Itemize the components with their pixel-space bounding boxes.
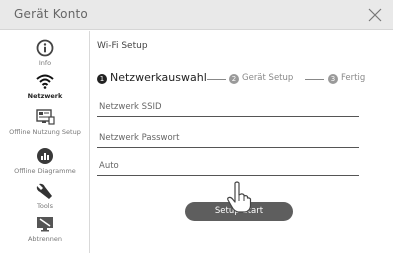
wifi-icon (35, 72, 55, 90)
sidebar-item-disconnect[interactable]: Abtrennen (0, 215, 90, 243)
window-title: Gerät Konto (14, 7, 88, 21)
password-placeholder: Netzwerk Passwort (99, 133, 180, 143)
chart-icon (35, 147, 55, 165)
step-divider (305, 79, 324, 80)
sidebar-item-label: Offline Diagramme (14, 167, 76, 175)
sidebar-item-tools[interactable]: Tools (0, 182, 90, 210)
title-bar: Gerät Konto (0, 0, 393, 30)
offline-setup-icon (35, 108, 55, 126)
sidebar-item-label: Info (38, 59, 52, 67)
step-1-number: 1 (97, 74, 107, 84)
sidebar-item-info[interactable]: Info (0, 39, 90, 67)
setup-stepper: 1 Netzwerkauswahl 2 Gerät Setup 3 Fertig (97, 71, 387, 86)
page-title: Wi-Fi Setup (97, 41, 148, 51)
sidebar-item-offline-setup[interactable]: Offline Nutzung Setup (0, 108, 90, 136)
sidebar-item-offline-charts[interactable]: Offline Diagramme (0, 147, 90, 175)
ssid-input[interactable]: Netzwerk SSID (97, 101, 359, 117)
step-2-number: 2 (229, 74, 239, 84)
sidebar-item-label: Offline Nutzung Setup (9, 128, 81, 136)
security-mode-value: Auto (99, 161, 119, 171)
device-account-window: Gerät Konto Info Netzwerk Offline Nutzun… (0, 0, 393, 253)
step-3-number: 3 (328, 74, 338, 84)
disconnect-monitor-icon (35, 215, 55, 233)
sidebar-item-network[interactable]: Netzwerk (0, 72, 90, 100)
sidebar-item-label: Abtrennen (27, 235, 62, 243)
sidebar-item-label: Netzwerk (27, 92, 63, 100)
password-input[interactable]: Netzwerk Passwort (97, 132, 359, 148)
sidebar: Info Netzwerk Offline Nutzung Setup Offl… (0, 31, 90, 253)
wrench-icon (35, 182, 55, 200)
step-1-label: Netzwerkauswahl (110, 71, 207, 84)
sidebar-item-label: Tools (36, 202, 53, 210)
step-divider (207, 79, 226, 80)
step-3-label: Fertig (341, 73, 366, 83)
main-panel: Wi-Fi Setup 1 Netzwerkauswahl 2 Gerät Se… (91, 31, 393, 253)
step-2-label: Gerät Setup (242, 73, 294, 83)
close-icon[interactable] (366, 6, 384, 24)
info-icon (35, 39, 55, 57)
security-mode-select[interactable]: Auto (97, 160, 359, 176)
pointer-hand-icon (224, 180, 254, 214)
ssid-placeholder: Netzwerk SSID (99, 102, 162, 112)
